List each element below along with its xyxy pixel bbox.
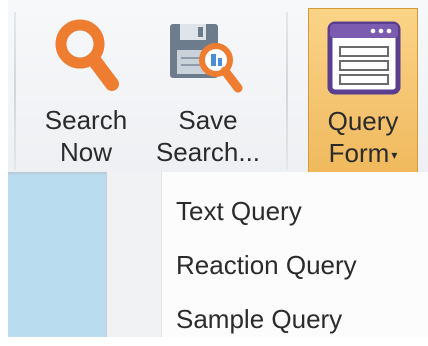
- query-form-dropdown-menu: Text Query Reaction Query Sample Query: [106, 172, 428, 337]
- menu-item-label: Text Query: [176, 196, 302, 226]
- save-search-label: Save Search...: [155, 105, 261, 167]
- menu-item-sample-query[interactable]: Sample Query: [162, 292, 428, 346]
- save-search-icon: [170, 24, 243, 93]
- ribbon-group-separator: [14, 12, 16, 170]
- menu-item-label: Reaction Query: [176, 250, 357, 280]
- search-now-label: Search Now: [44, 105, 128, 167]
- query-form-button[interactable]: Query Form ▾: [308, 8, 418, 172]
- background-pane: [8, 172, 106, 337]
- form-window-icon: [327, 21, 401, 95]
- menu-item-label: Sample Query: [176, 304, 343, 334]
- search-now-button[interactable]: Search Now: [34, 0, 138, 172]
- magnifier-icon: [55, 19, 119, 91]
- save-search-button[interactable]: Save Search...: [152, 0, 264, 172]
- caret-down-icon: ▾: [391, 148, 398, 163]
- menu-icon-gutter: [107, 172, 162, 337]
- menu-item-text-query[interactable]: Text Query: [162, 184, 428, 238]
- query-form-text: Query Form: [327, 106, 399, 168]
- query-form-label: Query Form ▾: [309, 105, 417, 171]
- menu-item-reaction-query[interactable]: Reaction Query: [162, 238, 428, 292]
- ribbon-group-separator: [286, 12, 288, 170]
